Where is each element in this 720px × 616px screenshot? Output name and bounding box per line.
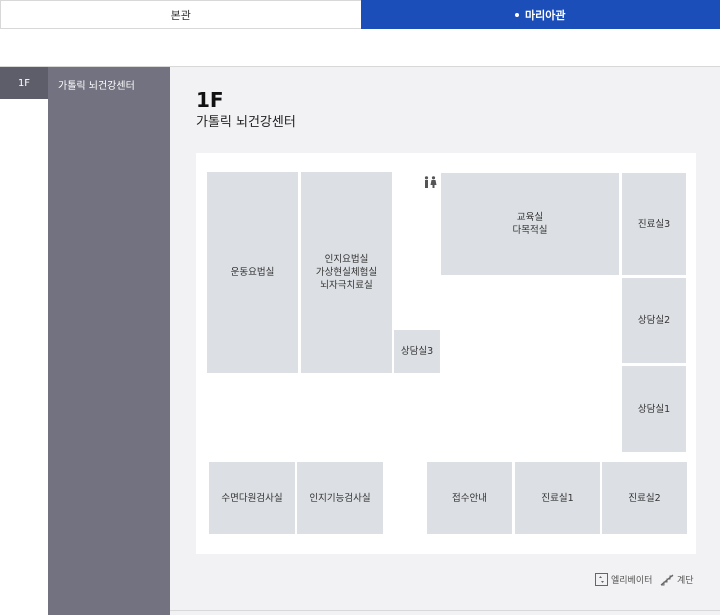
- room-clinic-1[interactable]: 진료실1: [515, 462, 600, 534]
- floor-item-label: 1F: [18, 78, 30, 89]
- room-clinic-2[interactable]: 진료실2: [602, 462, 687, 534]
- room-counseling-3[interactable]: 상담실3: [394, 330, 440, 373]
- legend-elevator: 엘리베이터: [595, 573, 652, 586]
- facility-item-brain-health-center[interactable]: 가톨릭 뇌건강센터: [58, 77, 135, 92]
- divider: [170, 610, 720, 611]
- room-counseling-1[interactable]: 상담실1: [622, 366, 686, 452]
- legend-elevator-label: 엘리베이터: [611, 573, 652, 586]
- floor-title: 1F: [196, 88, 224, 112]
- room-cognitive-therapy[interactable]: 인지요법실 가상현실체험실 뇌자극치료실: [301, 172, 392, 373]
- elevator-icon: [595, 573, 608, 586]
- floor-item-1f[interactable]: 1F: [0, 67, 48, 99]
- floor-subtitle: 가톨릭 뇌건강센터: [196, 111, 296, 130]
- room-education[interactable]: 교육실 다목적실: [441, 173, 619, 275]
- stairs-icon: [660, 574, 674, 586]
- building-tabs: 본관 마리아관: [0, 0, 720, 29]
- active-dot-icon: [515, 13, 519, 17]
- tab-main-building-label: 본관: [171, 7, 191, 23]
- room-reception[interactable]: 접수안내: [427, 462, 512, 534]
- room-counseling-2[interactable]: 상담실2: [622, 278, 686, 363]
- floor-column: [0, 67, 48, 615]
- tab-maria-building-label: 마리아관: [525, 7, 565, 23]
- restroom-icon: [423, 176, 437, 188]
- tab-maria-building[interactable]: 마리아관: [361, 0, 720, 29]
- legend-stairs-label: 계단: [677, 573, 694, 586]
- legend-stairs: 계단: [660, 573, 694, 586]
- facility-panel: [48, 67, 170, 615]
- tab-main-building[interactable]: 본관: [0, 0, 361, 29]
- room-sleep-test[interactable]: 수면다원검사실: [209, 462, 295, 534]
- room-cognitive-test[interactable]: 인지기능검사실: [297, 462, 383, 534]
- room-clinic-3[interactable]: 진료실3: [622, 173, 686, 275]
- room-exercise-therapy[interactable]: 운동요법실: [207, 172, 298, 373]
